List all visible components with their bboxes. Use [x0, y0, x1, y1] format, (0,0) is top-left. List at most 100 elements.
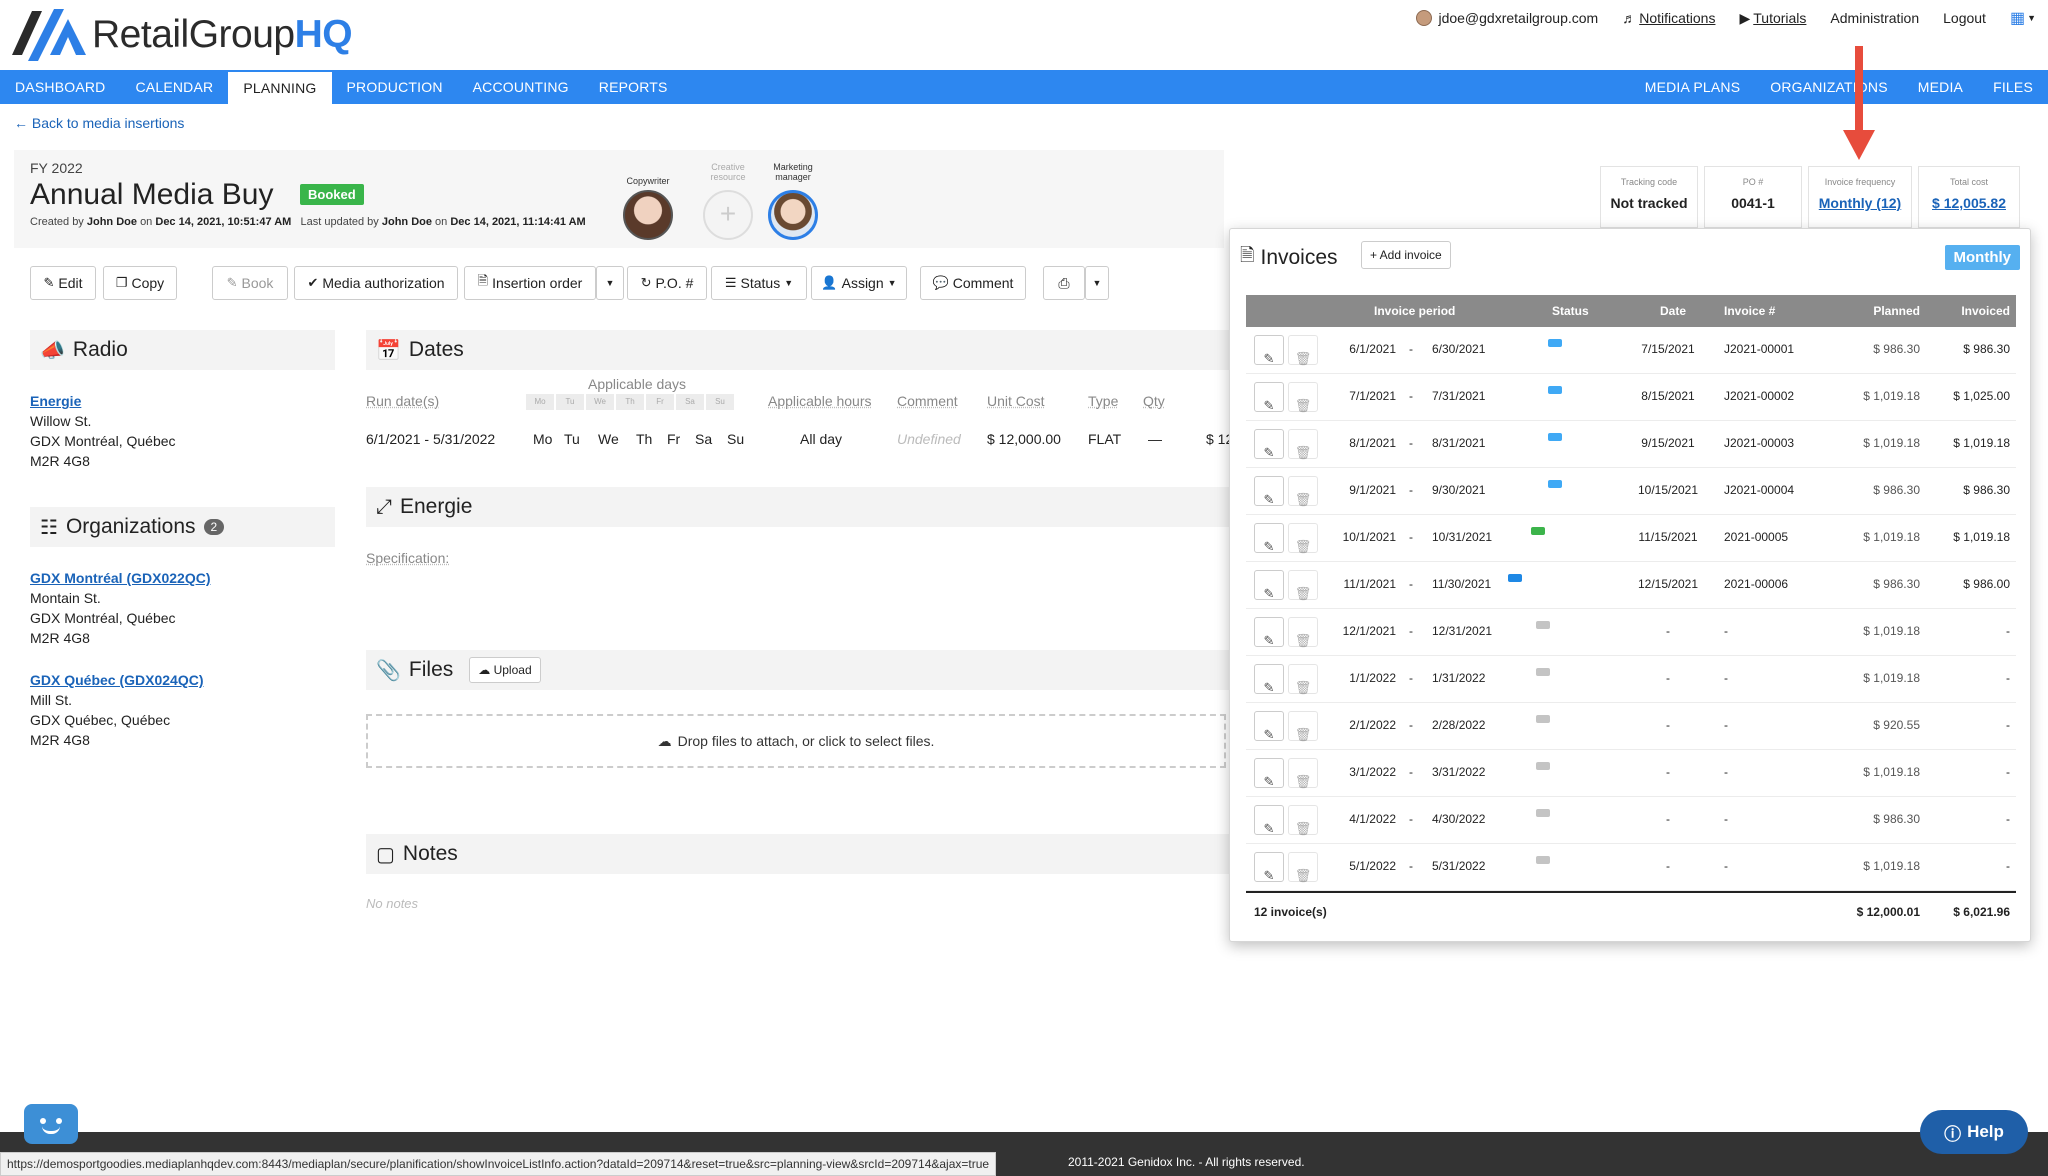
po-button[interactable]: ↻ P.O. #: [627, 266, 707, 300]
edit-invoice-button[interactable]: ✎: [1254, 476, 1284, 507]
delete-invoice-button[interactable]: 🗑: [1288, 711, 1318, 742]
marketing-manager-avatar[interactable]: [768, 190, 818, 240]
invoice-date: 8/15/2021: [1641, 389, 1695, 403]
delete-invoice-button[interactable]: 🗑: [1288, 382, 1318, 413]
invoices-title: 🗎 Invoices: [1240, 243, 1338, 273]
invoice-status-dropdown[interactable]: Approved ▼: [1531, 527, 1585, 554]
invoice-status-dropdown[interactable]: Ready for approval ▼: [1508, 574, 1608, 601]
upload-button[interactable]: ☁ Upload: [469, 657, 541, 683]
invoice-status-dropdown[interactable]: Waiting ▼: [1536, 809, 1579, 836]
tutorials-link[interactable]: ▶ Tutorials: [1739, 10, 1806, 27]
cloud-upload-icon: ☁: [657, 732, 672, 749]
applicable-days-header: Applicable days: [588, 376, 687, 392]
invoice-status-dropdown[interactable]: Waiting ▼: [1536, 856, 1579, 883]
delete-invoice-button[interactable]: 🗑: [1288, 664, 1318, 695]
book-button[interactable]: ✎ Book: [212, 266, 288, 300]
assign-dropdown[interactable]: 👤 Assign ▼: [811, 266, 907, 300]
organization-link-2[interactable]: GDX Québec (GDX024QC): [30, 672, 204, 688]
invoice-status-dropdown[interactable]: Waiting ▼: [1536, 668, 1579, 695]
nav-reports[interactable]: REPORTS: [584, 70, 683, 104]
delete-invoice-button[interactable]: 🗑: [1288, 570, 1318, 601]
nav-media[interactable]: MEDIA: [1903, 70, 1978, 104]
total-cost-link[interactable]: $ 12,005.82: [1919, 195, 2019, 211]
delete-invoice-button[interactable]: 🗑: [1288, 805, 1318, 836]
copywriter-avatar[interactable]: [623, 190, 673, 240]
nav-media-plans[interactable]: MEDIA PLANS: [1630, 70, 1756, 104]
file-dropzone[interactable]: ☁ Drop files to attach, or click to selec…: [366, 714, 1226, 768]
delete-invoice-button[interactable]: 🗑: [1288, 758, 1318, 789]
insertion-order-dropdown[interactable]: ▼: [596, 266, 624, 300]
invoice-end: 6/30/2021: [1432, 342, 1486, 356]
edit-invoice-button[interactable]: ✎: [1254, 664, 1284, 695]
delete-invoice-button[interactable]: 🗑: [1288, 429, 1318, 460]
copy-button[interactable]: ❐ Copy: [103, 266, 177, 300]
edit-invoice-button[interactable]: ✎: [1254, 852, 1284, 883]
invoice-row: ✎ 🗑 9/1/2021- 9/30/2021 Paid ▼ 10/15/2021 J202…: [1246, 468, 2016, 515]
radio-station-link[interactable]: Energie: [30, 393, 81, 409]
delete-invoice-button[interactable]: 🗑: [1288, 476, 1318, 507]
edit-invoice-button[interactable]: ✎: [1254, 805, 1284, 836]
invoice-start: 9/1/2021: [1349, 483, 1396, 497]
logout-link[interactable]: Logout: [1943, 10, 1986, 26]
edit-invoice-button[interactable]: ✎: [1254, 711, 1284, 742]
delete-invoice-button[interactable]: 🗑: [1288, 335, 1318, 366]
invoice-start: 3/1/2022: [1349, 765, 1396, 779]
edit-invoice-button[interactable]: ✎: [1254, 335, 1284, 366]
nav-calendar[interactable]: CALENDAR: [120, 70, 228, 104]
edit-invoice-button[interactable]: ✎: [1254, 523, 1284, 554]
app-logo[interactable]: RetailGroupHQ: [10, 4, 353, 66]
print-button[interactable]: ⎙: [1043, 266, 1085, 300]
status-dropdown[interactable]: ☰ Status ▼: [711, 266, 807, 300]
comment-icon: 💬: [932, 275, 949, 290]
question-circle-icon: ⓘ: [1944, 1124, 1962, 1144]
nav-production[interactable]: PRODUCTION: [332, 70, 458, 104]
arrow-left-icon: ←: [14, 115, 32, 131]
edit-invoice-button[interactable]: ✎: [1254, 429, 1284, 460]
invoice-number: -: [1724, 812, 1728, 826]
logo-mark-icon: [10, 5, 88, 65]
invoice-status-dropdown[interactable]: Waiting ▼: [1536, 715, 1579, 742]
nav-dashboard[interactable]: DASHBOARD: [0, 70, 120, 104]
trash-icon: 🗑: [1294, 633, 1312, 648]
delete-invoice-button[interactable]: 🗑: [1288, 523, 1318, 554]
edit-invoice-button[interactable]: ✎: [1254, 617, 1284, 648]
run-dates-header: Run date(s): [366, 393, 440, 409]
edit-invoice-button[interactable]: ✎: [1254, 570, 1284, 601]
invoice-planned: $ 986.30: [1873, 483, 1920, 497]
insertion-order-button[interactable]: 🗎 Insertion order: [464, 266, 596, 300]
edit-invoice-button[interactable]: ✎: [1254, 758, 1284, 789]
language-dropdown[interactable]: ▦ ▼: [2010, 8, 2036, 28]
delete-invoice-button[interactable]: 🗑: [1288, 852, 1318, 883]
help-button[interactable]: ⓘ Help: [1920, 1110, 2028, 1154]
back-to-insertions-link[interactable]: ← Back to media insertions: [14, 115, 184, 131]
administration-link[interactable]: Administration: [1830, 10, 1919, 26]
delete-invoice-button[interactable]: 🗑: [1288, 617, 1318, 648]
invoice-status-dropdown[interactable]: Paid ▼: [1548, 386, 1577, 413]
nav-files[interactable]: FILES: [1978, 70, 2048, 104]
add-invoice-button[interactable]: + Add invoice: [1361, 241, 1451, 269]
edit-button[interactable]: ✎ Edit: [30, 266, 96, 300]
organization-address-1: GDX Montréal (GDX022QC) Montain St. GDX …: [30, 570, 211, 646]
notifications-link[interactable]: ♬ Notifications: [1622, 10, 1715, 26]
invoice-status-dropdown[interactable]: Paid ▼: [1548, 433, 1577, 460]
invoice-status-dropdown[interactable]: Waiting ▼: [1536, 762, 1579, 789]
comment-button[interactable]: 💬 Comment: [920, 266, 1026, 300]
media-authorization-button[interactable]: ✔ Media authorization: [294, 266, 458, 300]
print-dropdown[interactable]: ▼: [1085, 266, 1109, 300]
po-number-box: PO # 0041-1: [1704, 166, 1802, 228]
invoice-status-dropdown[interactable]: Paid ▼: [1548, 339, 1577, 366]
user-menu[interactable]: jdoe@gdxretailgroup.com: [1416, 10, 1598, 26]
invoice-frequency-link[interactable]: Monthly (12): [1809, 195, 1911, 211]
invoice-status-dropdown[interactable]: Paid ▼: [1548, 480, 1577, 507]
nav-organizations[interactable]: ORGANIZATIONS: [1755, 70, 1902, 104]
invoice-frequency-box: Invoice frequency Monthly (12): [1808, 166, 1912, 228]
invoice-status-dropdown[interactable]: Waiting ▼: [1536, 621, 1579, 648]
chat-bot-button[interactable]: [24, 1104, 78, 1144]
nav-accounting[interactable]: ACCOUNTING: [458, 70, 584, 104]
add-creative-resource-button[interactable]: +: [703, 190, 753, 240]
invoice-date: -: [1666, 765, 1670, 779]
nav-planning[interactable]: PLANNING: [228, 72, 332, 104]
caret-down-icon: ▼: [605, 278, 615, 288]
edit-invoice-button[interactable]: ✎: [1254, 382, 1284, 413]
organization-link-1[interactable]: GDX Montréal (GDX022QC): [30, 570, 210, 586]
